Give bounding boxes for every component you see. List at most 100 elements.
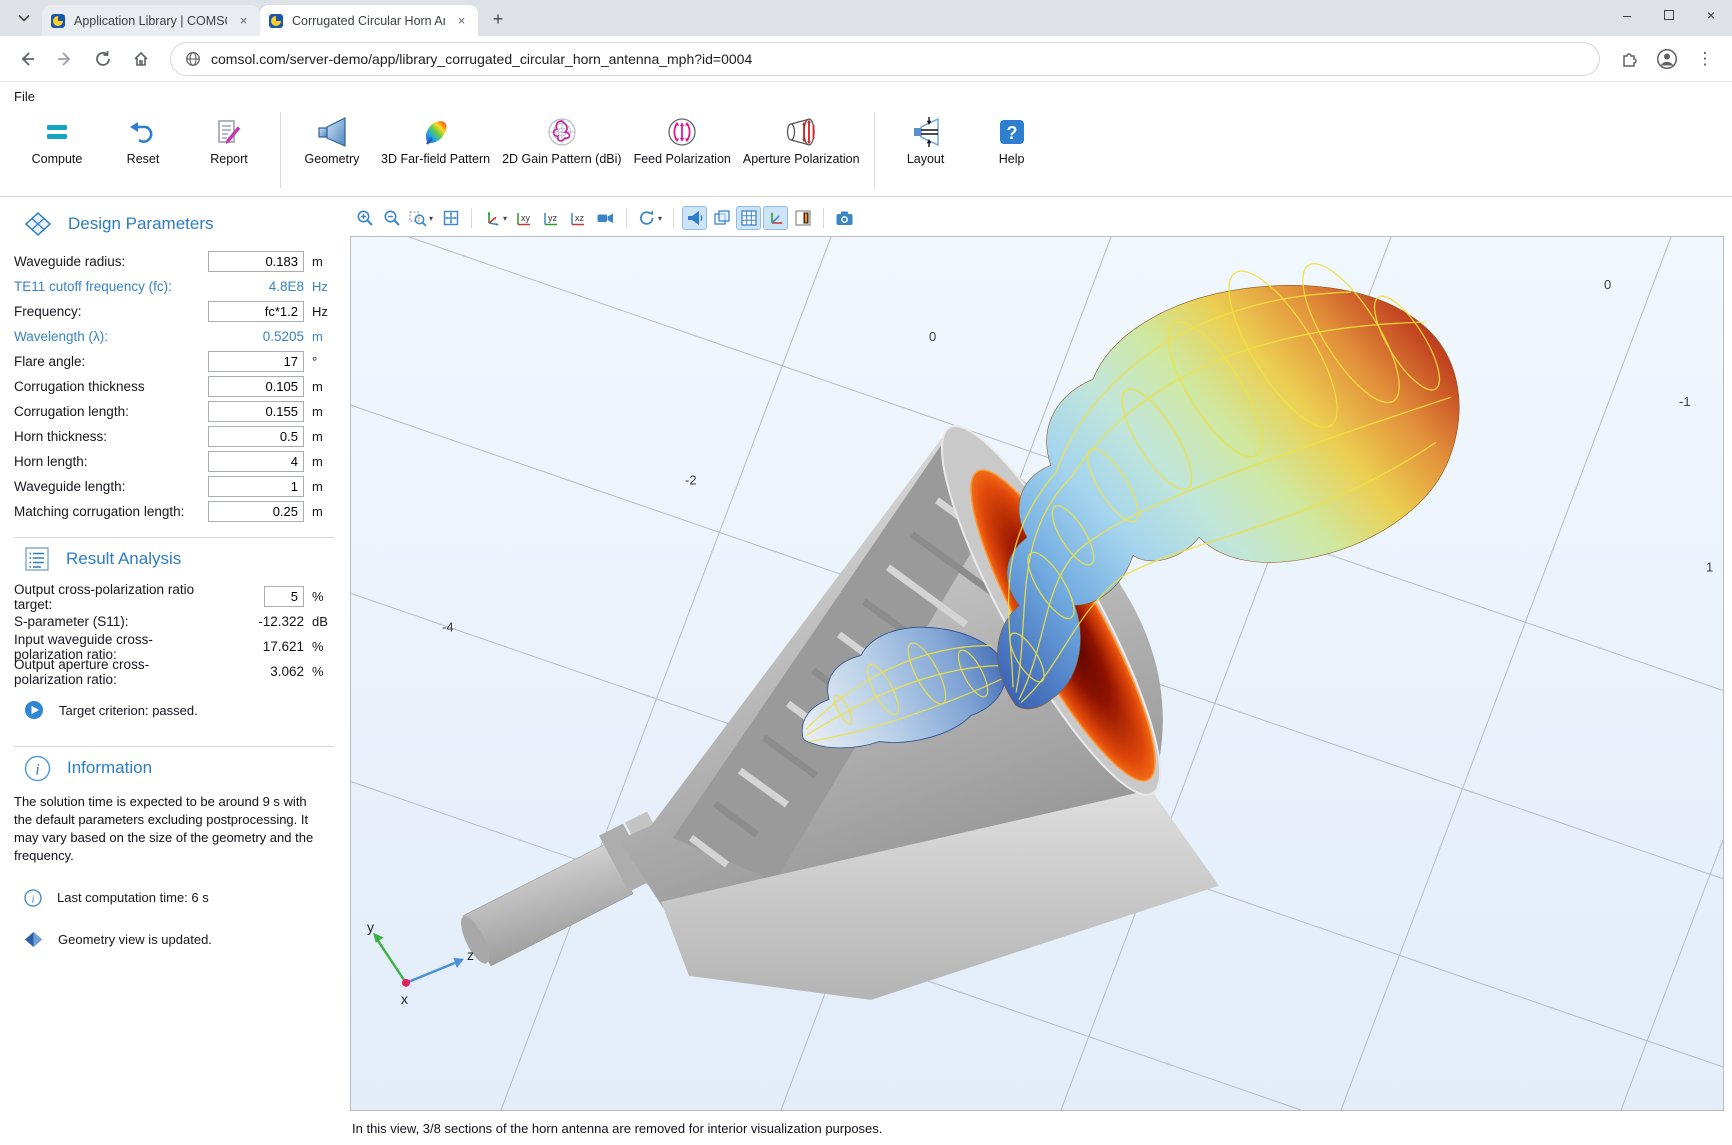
aperture-polarization-button[interactable]: Aperture Polarization [737, 110, 866, 168]
show-axis-orientation-button[interactable] [763, 206, 788, 230]
param-label: Corrugation thickness [14, 379, 208, 394]
button-label: 3D Far-field Pattern [381, 152, 490, 168]
scene-light-button[interactable] [682, 206, 707, 230]
waveguide-radius-input[interactable] [208, 251, 304, 272]
tab-application-library[interactable]: Application Library | COMSOL S × [42, 5, 260, 36]
axis-tick: -1 [1679, 394, 1691, 409]
param-unit: m [312, 429, 338, 444]
flare-angle-input[interactable] [208, 351, 304, 372]
comsol-favicon [268, 13, 284, 29]
rotate-icon [638, 209, 656, 227]
rotate-view-button[interactable]: ▾ [635, 206, 665, 230]
browser-menu-button[interactable]: ⋮ [1688, 42, 1722, 76]
dropdown-arrow-icon: ▾ [429, 214, 433, 223]
extensions-button[interactable] [1612, 42, 1646, 76]
cross-polarization-target-input[interactable] [264, 586, 304, 607]
xz-view-button[interactable]: xz [566, 206, 591, 230]
globe-icon [185, 51, 201, 67]
param-label: TE11 cutoff frequency (fc): [14, 279, 208, 294]
triad-label-x: x [401, 991, 408, 1007]
wavelength-value: 0.5205 [208, 329, 304, 344]
tab-search-button[interactable] [10, 4, 38, 32]
zoom-in-button[interactable] [352, 206, 377, 230]
url-bar[interactable]: comsol.com/server-demo/app/library_corru… [170, 42, 1600, 76]
profile-button[interactable] [1650, 42, 1684, 76]
xy-view-button[interactable]: xy [512, 206, 537, 230]
maximize-icon [1664, 10, 1674, 20]
reset-button[interactable]: Reset [100, 110, 186, 168]
xz-view-icon: xz [569, 209, 588, 227]
xy-view-icon: xy [515, 209, 534, 227]
frequency-input[interactable] [208, 301, 304, 322]
reload-button[interactable] [86, 42, 120, 76]
param-row: Waveguide radius:m [14, 249, 338, 274]
help-button[interactable]: ? Help [969, 110, 1055, 168]
result-row: Output cross-polarization ratio target:% [14, 584, 338, 609]
toolbar-separator [823, 208, 824, 228]
param-row: TE11 cutoff frequency (fc):4.8E8 Hz [14, 274, 338, 299]
corrugation-length-input[interactable] [208, 401, 304, 422]
svg-text:?: ? [1006, 123, 1017, 143]
tab-close-icon[interactable]: × [235, 12, 252, 29]
information-icon: i [24, 755, 51, 782]
new-tab-button[interactable]: + [484, 5, 512, 33]
report-button[interactable]: Report [186, 110, 272, 168]
color-legend-button[interactable] [790, 206, 815, 230]
window-maximize-button[interactable] [1648, 0, 1690, 30]
layout-button[interactable]: Layout [883, 110, 969, 168]
transparency-button[interactable] [709, 206, 734, 230]
back-button[interactable] [10, 42, 44, 76]
zoom-out-button[interactable] [379, 206, 404, 230]
zoom-in-icon [356, 209, 374, 227]
button-label: Aperture Polarization [743, 152, 860, 168]
result-analysis-header: Result Analysis [24, 544, 338, 574]
axis-tick: -4 [442, 619, 454, 634]
yz-view-button[interactable]: yz [539, 206, 564, 230]
zoom-extents-icon [442, 209, 460, 227]
forward-button[interactable] [48, 42, 82, 76]
last-computation-row: i Last computation time: 6 s [24, 889, 338, 907]
screenshot-button[interactable] [832, 206, 857, 230]
tab-close-icon[interactable]: × [453, 12, 470, 29]
view-camera-button[interactable] [593, 206, 618, 230]
param-label: Flare angle: [14, 354, 208, 369]
param-unit: Hz [312, 304, 338, 319]
antenna-3d-viewport[interactable]: 0 -2 -4 0 -1 1 [350, 236, 1724, 1111]
horn-thickness-input[interactable] [208, 426, 304, 447]
feed-polarization-button[interactable]: Feed Polarization [628, 110, 737, 168]
compute-button[interactable]: Compute [14, 110, 100, 168]
file-menu[interactable]: File [14, 89, 35, 104]
feed-polarization-icon [665, 115, 699, 149]
gain-2d-button[interactable]: 2D Gain Pattern (dBi) [496, 110, 628, 168]
geometry-updated-row: Geometry view is updated. [24, 931, 338, 948]
help-icon: ? [995, 115, 1029, 149]
home-button[interactable] [124, 42, 158, 76]
app-ribbon: Compute Reset Report Geometry 3D Far-fie… [0, 108, 1732, 196]
matching-corrugation-length-input[interactable] [208, 501, 304, 522]
axis-tick: -2 [685, 472, 697, 487]
corrugation-thickness-input[interactable] [208, 376, 304, 397]
svg-text:yz: yz [548, 213, 558, 223]
tab-horn-antenna[interactable]: Corrugated Circular Horn Anten × [260, 5, 478, 36]
triad-label-z: z [467, 947, 474, 963]
forward-icon [56, 50, 74, 68]
result-row: Output aperture cross-polarization ratio… [14, 659, 338, 684]
window-close-button[interactable]: × [1690, 0, 1732, 30]
window-minimize-button[interactable]: – [1606, 0, 1648, 30]
geometry-updated-icon [24, 931, 43, 948]
status-text: Target criterion: passed. [59, 703, 198, 718]
te11-cutoff-value: 4.8E8 [208, 279, 304, 294]
result-label: Output aperture cross-polarization ratio… [14, 657, 208, 687]
far-field-3d-button[interactable]: 3D Far-field Pattern [375, 110, 496, 168]
zoom-box-button[interactable]: ▾ [406, 206, 436, 230]
zoom-extents-button[interactable] [438, 206, 463, 230]
horn-length-input[interactable] [208, 451, 304, 472]
param-unit: Hz [312, 279, 338, 294]
show-grid-button[interactable] [736, 206, 761, 230]
default-view-button[interactable]: ▾ [480, 206, 510, 230]
waveguide-length-input[interactable] [208, 476, 304, 497]
browser-tab-bar: Application Library | COMSOL S × Corruga… [0, 0, 1732, 36]
geometry-button[interactable]: Geometry [289, 110, 375, 168]
comsol-favicon [50, 13, 66, 29]
axis-tick: 1 [1706, 559, 1713, 574]
